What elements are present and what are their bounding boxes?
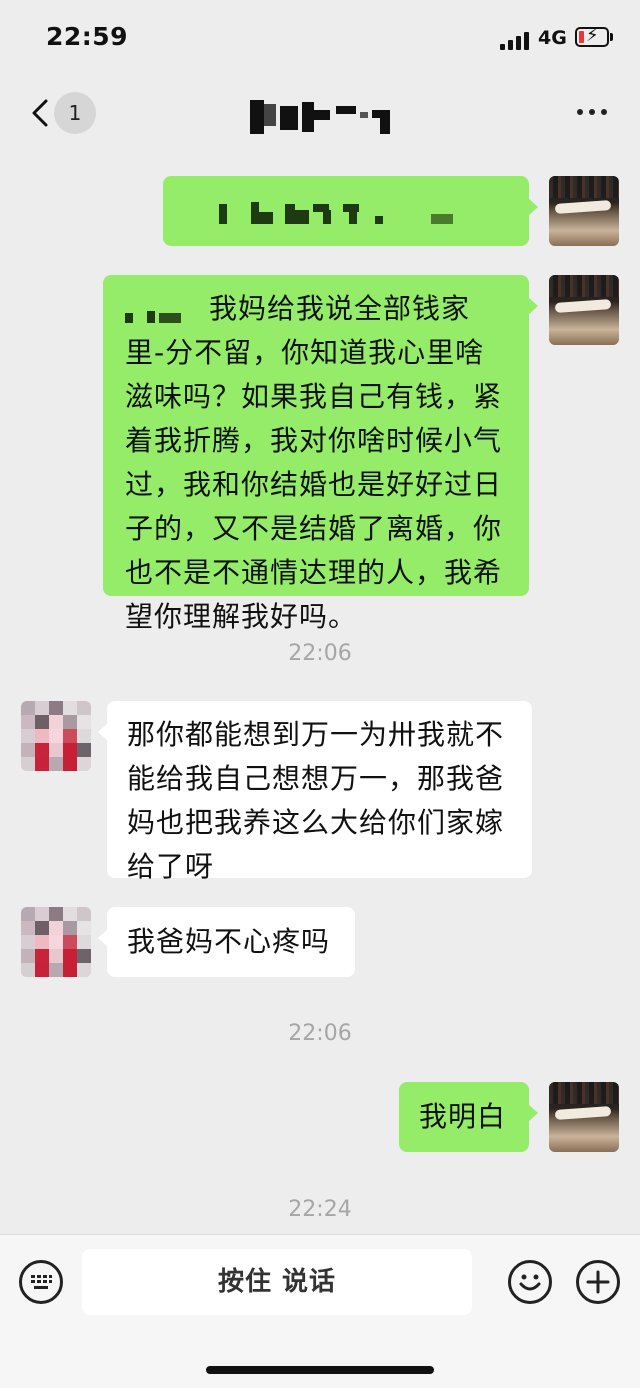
network-type: 4G — [538, 27, 567, 49]
message-bubble-self[interactable] — [163, 176, 538, 246]
message-bubble-self[interactable]: 我妈给我说全部钱家里-分不留，你知道我心里啥滋味吗？如果我自己有钱，紧着我折腾，… — [103, 275, 538, 633]
message-text: 我爸妈不心疼吗 — [127, 925, 331, 958]
status-bar: 22:59 4G ⚡ — [0, 0, 640, 80]
timestamp: 22:24 — [288, 1197, 352, 1222]
avatar-self[interactable] — [549, 275, 619, 345]
hold-to-talk-button[interactable]: 按住 说话 — [82, 1249, 472, 1315]
avatar-self[interactable] — [549, 1082, 619, 1152]
message-bubble-self[interactable]: 我明白 — [399, 1082, 538, 1152]
censored-prefix — [125, 293, 209, 327]
message-bubble-contact[interactable]: 我爸妈不心疼吗 — [98, 907, 355, 977]
home-indicator — [206, 1366, 434, 1374]
emoji-icon[interactable] — [508, 1260, 552, 1304]
add-more-icon[interactable] — [576, 1260, 620, 1304]
message-text: 那你都能想到万一为卅我就不能给我自己想想万一，那我爸妈也把我养这么大给你们家嫁给… — [127, 718, 505, 883]
unread-badge[interactable]: 1 — [54, 92, 96, 134]
battery-icon: ⚡ — [575, 26, 609, 47]
message-text: 我明白 — [419, 1100, 507, 1133]
back-icon[interactable] — [28, 98, 54, 128]
more-options-icon[interactable] — [575, 104, 609, 120]
chat-title-censored — [250, 100, 395, 136]
avatar-contact[interactable] — [21, 907, 91, 977]
avatar-contact[interactable] — [21, 701, 91, 771]
avatar-self[interactable] — [549, 176, 619, 246]
signal-icon — [500, 30, 530, 50]
status-time: 22:59 — [46, 22, 129, 51]
message-text: 我妈给我说全部钱家里-分不留，你知道我心里啥滋味吗？如果我自己有钱，紧着我折腾，… — [125, 292, 503, 633]
keyboard-icon[interactable] — [19, 1260, 63, 1304]
timestamp: 22:06 — [288, 1021, 352, 1046]
timestamp: 22:06 — [288, 641, 352, 666]
message-bubble-contact[interactable]: 那你都能想到万一为卅我就不能给我自己想想万一，那我爸妈也把我养这么大给你们家嫁给… — [98, 701, 532, 883]
battery-tip — [610, 33, 613, 41]
